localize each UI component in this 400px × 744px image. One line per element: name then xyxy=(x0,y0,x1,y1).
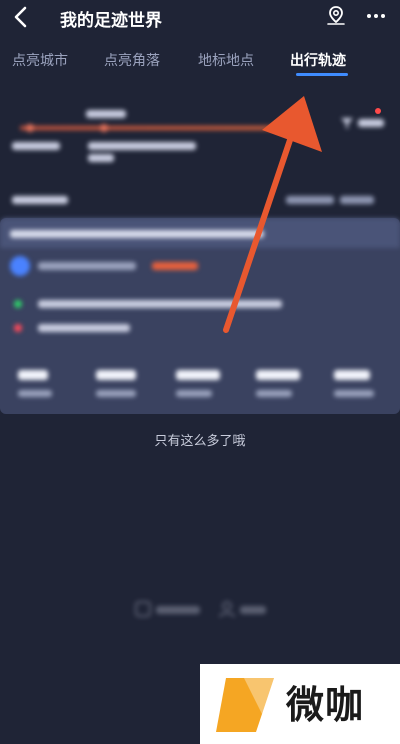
stat-5-label xyxy=(334,390,374,397)
trip-time xyxy=(38,262,136,270)
back-button[interactable] xyxy=(8,4,36,30)
start-pin-icon xyxy=(14,300,22,308)
stat-2-value xyxy=(96,370,136,380)
tab-light-corner[interactable]: 点亮角落 xyxy=(104,50,160,70)
header: 我的足迹世界 xyxy=(0,0,400,36)
tab-travel-track[interactable]: 出行轨迹 xyxy=(290,50,346,70)
track-mid-label xyxy=(88,142,196,150)
trip-card-banner-text xyxy=(10,230,264,238)
user-icon[interactable] xyxy=(218,600,236,618)
track-mid-sublabel xyxy=(88,154,114,162)
end-pin-icon xyxy=(14,324,22,332)
filter-button[interactable] xyxy=(338,112,388,134)
tab-light-city[interactable]: 点亮城市 xyxy=(12,50,68,70)
tab-landmark[interactable]: 地标地点 xyxy=(198,50,254,70)
filter-icon xyxy=(341,118,353,129)
track-line xyxy=(20,126,275,130)
list-end-message: 只有这么多了哦 xyxy=(154,434,246,449)
active-tab-indicator xyxy=(296,73,348,76)
track-mid-dot xyxy=(100,124,108,132)
stat-1-label xyxy=(18,390,52,397)
stat-4-value xyxy=(256,370,300,380)
more-button[interactable] xyxy=(364,4,388,28)
map-pin-icon xyxy=(327,6,345,25)
track-start-label xyxy=(12,142,60,150)
trip-tag xyxy=(152,262,198,270)
trip-start-address xyxy=(38,300,282,308)
page-title: 我的足迹世界 xyxy=(60,11,162,31)
notification-dot xyxy=(375,108,381,114)
watermark: 微咖 xyxy=(200,664,400,744)
location-button[interactable] xyxy=(324,4,348,28)
bottom-actions xyxy=(0,598,400,622)
stat-4-label xyxy=(256,390,292,397)
stat-1-value xyxy=(18,370,48,380)
stat-2-label xyxy=(96,390,136,397)
watermark-text: 微咖 xyxy=(286,683,365,727)
track-label xyxy=(86,110,126,118)
trip-end-address xyxy=(38,324,130,332)
trip-card[interactable] xyxy=(0,218,400,414)
track-start-dot xyxy=(26,124,34,132)
share-icon[interactable] xyxy=(134,600,152,618)
more-dots-icon xyxy=(367,14,385,18)
watermark-logo-icon xyxy=(216,678,274,732)
stat-5-value xyxy=(334,370,370,380)
stat-3-value xyxy=(176,370,220,380)
stat-3-label xyxy=(176,390,212,397)
chevron-left-icon xyxy=(14,6,27,28)
avatar xyxy=(10,256,30,276)
